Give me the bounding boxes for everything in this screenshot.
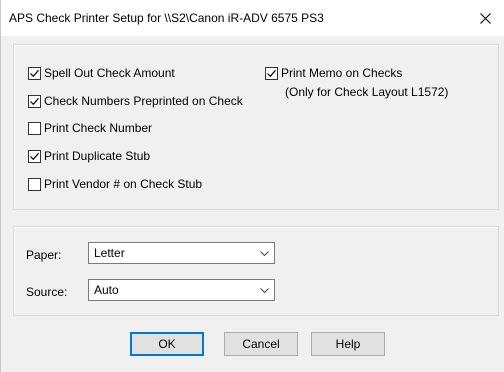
checkbox-label: Spell Out Check Amount <box>44 66 175 80</box>
checkbox-box[interactable] <box>265 66 278 80</box>
checkbox-box[interactable] <box>28 66 41 80</box>
chevron-down-icon <box>260 288 269 294</box>
checkbox-box[interactable] <box>28 149 41 163</box>
checkbox-check-numbers-preprinted[interactable]: Check Numbers Preprinted on Check <box>28 94 243 108</box>
paper-select[interactable]: Letter <box>88 242 275 264</box>
checkbox-print-vendor-number[interactable]: Print Vendor # on Check Stub <box>28 177 202 191</box>
checkbox-label: Print Duplicate Stub <box>44 149 151 163</box>
checkbox-box[interactable] <box>28 177 41 191</box>
paper-select-value: Letter <box>94 246 125 260</box>
checkmark-icon <box>30 152 39 160</box>
checkbox-spell-out-amount[interactable]: Spell Out Check Amount <box>28 66 175 80</box>
memo-note: (Only for Check Layout L1572) <box>285 85 449 99</box>
checkbox-label: Print Check Number <box>44 121 153 135</box>
window-title: APS Check Printer Setup for \\S2\Canon i… <box>9 11 324 25</box>
close-button[interactable] <box>465 0 504 36</box>
checkbox-print-memo[interactable]: Print Memo on Checks <box>265 66 402 80</box>
checkmark-icon <box>267 69 276 77</box>
checkbox-print-duplicate-stub[interactable]: Print Duplicate Stub <box>28 149 150 163</box>
printer-setup-dialog: APS Check Printer Setup for \\S2\Canon i… <box>0 0 504 372</box>
checkbox-label: Check Numbers Preprinted on Check <box>44 94 243 108</box>
cancel-button[interactable]: Cancel <box>224 332 298 356</box>
checkbox-print-check-number[interactable]: Print Check Number <box>28 121 152 135</box>
help-button[interactable]: Help <box>311 332 385 356</box>
source-select[interactable]: Auto <box>88 279 275 301</box>
source-label: Source: <box>26 285 68 299</box>
ok-button[interactable]: OK <box>130 332 204 356</box>
paper-label: Paper: <box>26 248 62 262</box>
checkbox-box[interactable] <box>28 121 41 135</box>
checkmark-icon <box>30 69 39 77</box>
checkbox-label: Print Memo on Checks <box>281 66 403 80</box>
title-bar: APS Check Printer Setup for \\S2\Canon i… <box>1 0 504 36</box>
source-select-value: Auto <box>94 283 119 297</box>
paper-source-group <box>13 226 499 316</box>
checkmark-icon <box>30 97 39 105</box>
checkbox-box[interactable] <box>28 94 41 108</box>
close-icon <box>479 12 491 24</box>
chevron-down-icon <box>260 251 269 257</box>
checkbox-label: Print Vendor # on Check Stub <box>44 177 203 191</box>
